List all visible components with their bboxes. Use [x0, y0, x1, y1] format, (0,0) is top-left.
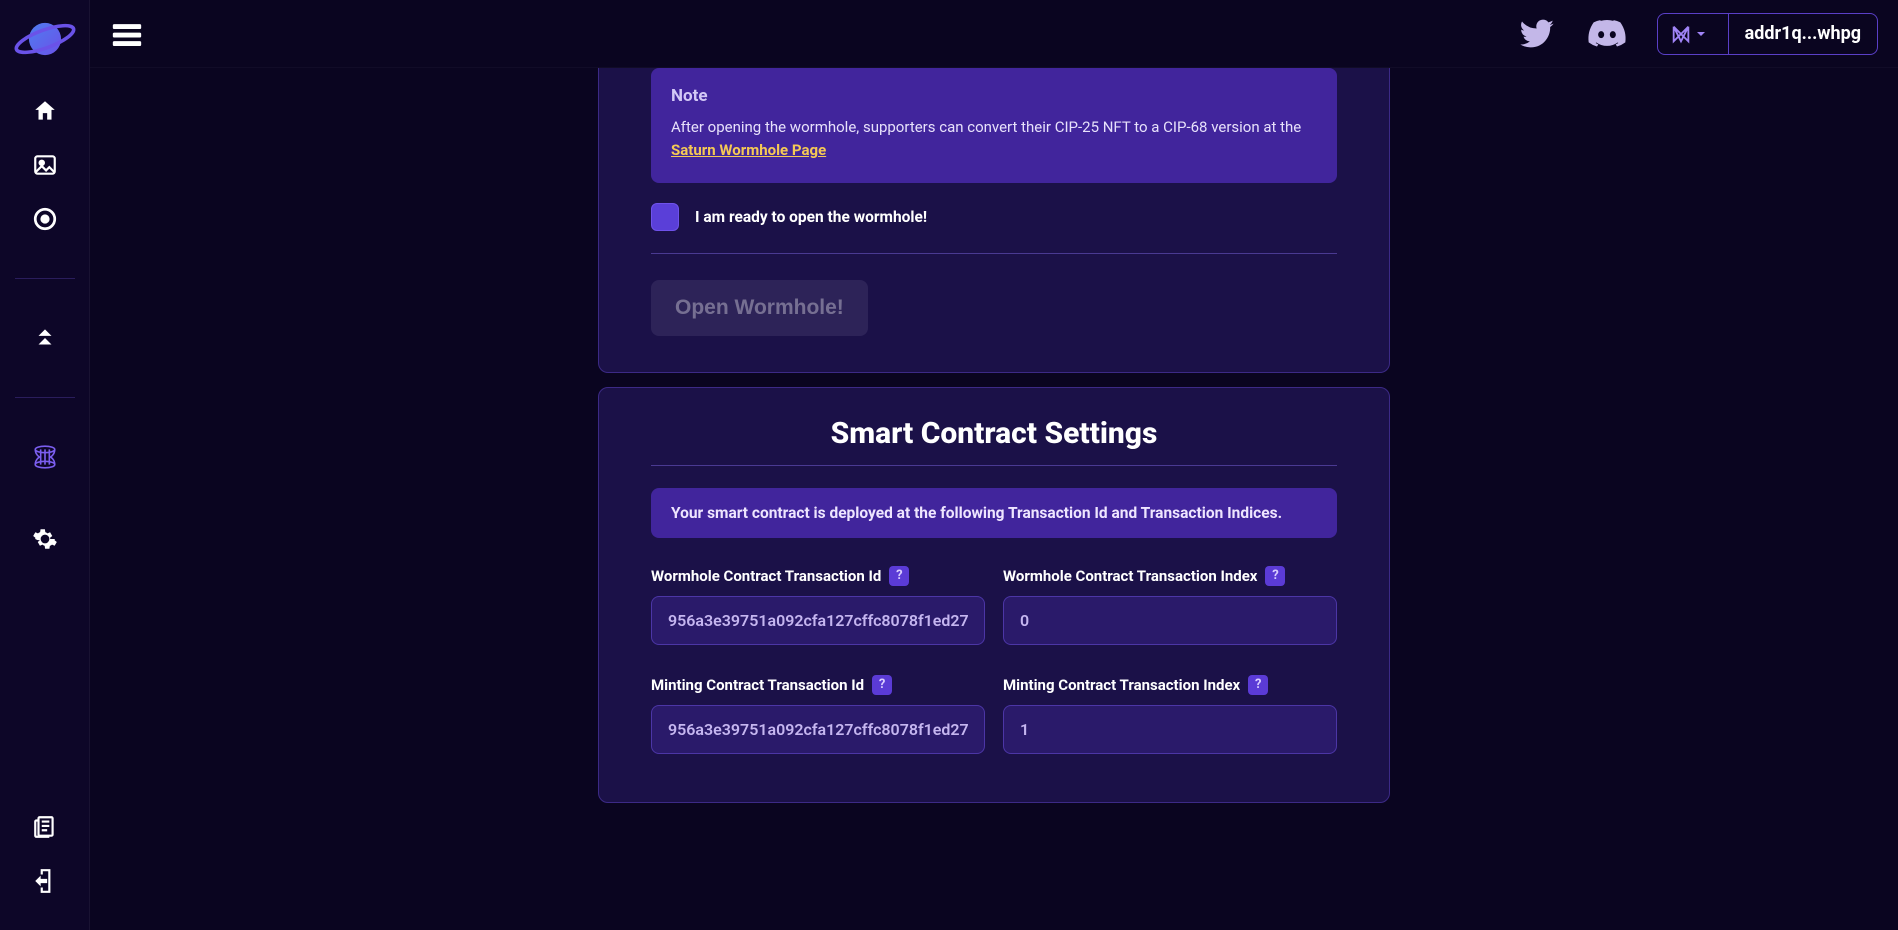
twitter-icon[interactable] [1517, 14, 1557, 54]
wormhole-txidx-label: Wormhole Contract Transaction Index [1003, 567, 1257, 585]
sidebar [0, 0, 90, 930]
help-icon[interactable]: ? [889, 566, 909, 586]
info-box: Your smart contract is deployed at the f… [651, 488, 1337, 538]
minting-txidx-label: Minting Contract Transaction Index [1003, 676, 1240, 694]
wormhole-txid-input[interactable] [651, 596, 985, 645]
contract-settings-card: Smart Contract Settings Your smart contr… [598, 387, 1390, 803]
minting-txidx-input[interactable] [1003, 705, 1337, 754]
minting-txid-input[interactable] [651, 705, 985, 754]
wormhole-txidx-input[interactable] [1003, 596, 1337, 645]
divider [15, 278, 75, 279]
logout-icon[interactable] [32, 868, 58, 894]
help-icon[interactable]: ? [1248, 675, 1268, 695]
home-icon[interactable] [32, 98, 58, 124]
discord-icon[interactable] [1587, 14, 1627, 54]
minting-txid-group: Minting Contract Transaction Id ? [651, 675, 985, 754]
help-icon[interactable]: ? [872, 675, 892, 695]
logo[interactable] [9, 14, 81, 92]
divider [15, 397, 75, 398]
note-box: Note After opening the wormhole, support… [651, 68, 1337, 183]
wormhole-txidx-group: Wormhole Contract Transaction Index ? [1003, 566, 1337, 645]
upgrade-icon[interactable] [32, 325, 58, 351]
topbar: addr1q...whpg [90, 0, 1898, 68]
minting-txid-label: Minting Contract Transaction Id [651, 676, 864, 694]
menu-icon[interactable] [110, 17, 144, 51]
add-icon[interactable] [32, 206, 58, 232]
help-icon[interactable]: ? [1265, 566, 1285, 586]
wormhole-icon[interactable] [32, 444, 58, 470]
wallet-address: addr1q...whpg [1728, 14, 1877, 54]
wormhole-card: Note After opening the wormhole, support… [598, 68, 1390, 373]
content: Note After opening the wormhole, support… [90, 68, 1898, 930]
ready-label: I am ready to open the wormhole! [695, 208, 927, 226]
note-title: Note [671, 86, 1317, 106]
settings-icon[interactable] [32, 526, 58, 552]
main: addr1q...whpg Note After opening the wor… [90, 0, 1898, 930]
open-wormhole-button[interactable]: Open Wormhole! [651, 280, 868, 336]
minting-txidx-group: Minting Contract Transaction Index ? [1003, 675, 1337, 754]
note-body: After opening the wormhole, supporters c… [671, 118, 1301, 136]
ready-row: I am ready to open the wormhole! [651, 203, 1337, 254]
section-title: Smart Contract Settings [651, 416, 1337, 451]
wormhole-txid-label: Wormhole Contract Transaction Id [651, 567, 881, 585]
docs-icon[interactable] [32, 814, 58, 840]
image-icon[interactable] [32, 152, 58, 178]
ready-checkbox[interactable] [651, 203, 679, 231]
note-text: After opening the wormhole, supporters c… [671, 116, 1317, 163]
wormhole-txid-group: Wormhole Contract Transaction Id ? [651, 566, 985, 645]
wallet-button[interactable]: addr1q...whpg [1657, 13, 1878, 55]
divider [651, 465, 1337, 466]
wallet-network-icon [1658, 14, 1718, 54]
saturn-wormhole-link[interactable]: Saturn Wormhole Page [671, 141, 826, 159]
